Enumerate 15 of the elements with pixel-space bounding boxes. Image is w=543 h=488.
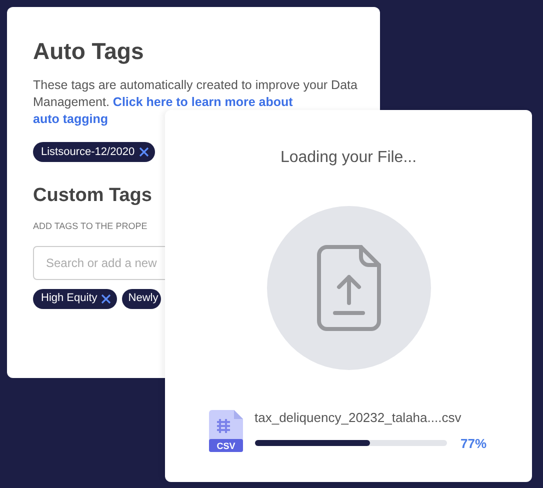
file-name: tax_deliquency_20232_talaha....csv	[254, 409, 462, 427]
csv-file-icon: CSV	[208, 410, 242, 452]
tag-label: High Equity	[41, 291, 98, 306]
section-title: Auto Tags	[33, 37, 145, 65]
instruction-label: ADD TAGS TO THE PROPE	[33, 220, 148, 233]
tag-label: Listsource-12/2020	[41, 144, 135, 160]
tag-label: Newly	[128, 291, 158, 306]
progress-percent: 77%	[460, 434, 487, 452]
learn-more-link[interactable]: Click here to learn more about	[112, 95, 293, 109]
dialog-title: Loading your File...	[280, 148, 417, 168]
file-upload-icon	[316, 245, 380, 331]
learn-more-link[interactable]: auto tagging	[33, 112, 108, 126]
section-title: Custom Tags	[33, 184, 153, 208]
remove-icon[interactable]	[138, 147, 149, 157]
remove-icon[interactable]	[101, 294, 112, 304]
